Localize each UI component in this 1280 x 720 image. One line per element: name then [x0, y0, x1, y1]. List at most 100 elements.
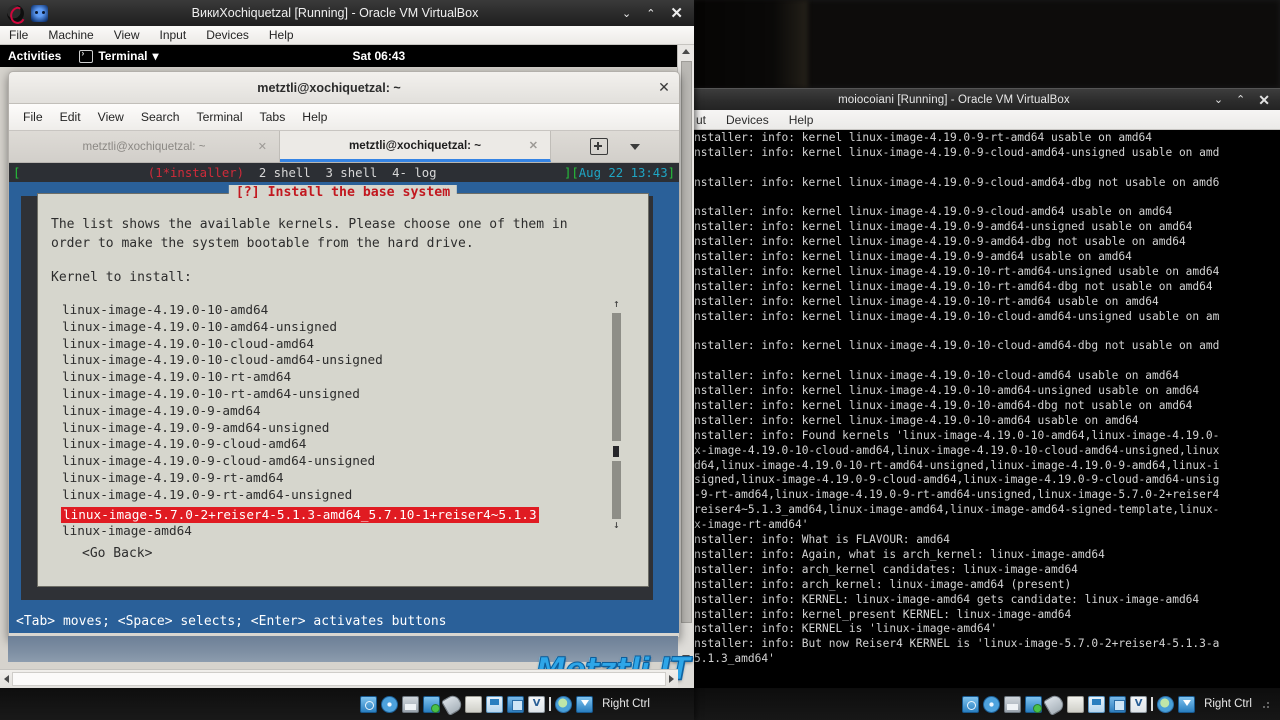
resize-grip[interactable]: [1262, 699, 1272, 709]
terminal-tab-2-close-icon[interactable]: ✕: [529, 139, 538, 152]
left-vm-titlebar[interactable]: ВикиXochiquetzal [Running] - Oracle VM V…: [0, 0, 694, 26]
scrollbar-track-upper[interactable]: [612, 313, 621, 441]
scroll-left-icon[interactable]: [4, 675, 9, 683]
globe-icon[interactable]: [555, 695, 573, 713]
display-icon[interactable]: [486, 695, 504, 713]
left-vm-window-controls[interactable]: ⌄ ⌃ ✕: [622, 4, 694, 22]
scrollbar-thumb[interactable]: [681, 61, 692, 623]
terminal-tabbar[interactable]: metztli@xochiquetzal: ~ ✕ metztli@xochiq…: [9, 131, 679, 163]
minimize-icon[interactable]: ⌄: [622, 7, 631, 20]
menu-input-truncated[interactable]: ut: [696, 113, 706, 127]
terminal-menu-tabs[interactable]: Tabs: [260, 110, 286, 124]
right-vm-window-controls[interactable]: ⌄ ⌃ ✕: [1214, 93, 1280, 107]
virtualbox-window-moiocoiani[interactable]: moiocoiani [Running] - Oracle VM Virtual…: [694, 0, 1280, 720]
menu-help[interactable]: Help: [269, 28, 294, 42]
left-vm-menubar[interactable]: File Machine View Input Devices Help: [0, 26, 694, 45]
shared-folder-icon[interactable]: [1067, 695, 1085, 713]
terminal-menubar[interactable]: File Edit View Search Terminal Tabs Help: [9, 104, 679, 131]
kernel-list-item[interactable]: linux-image-4.19.0-9-cloud-amd64-unsigne…: [61, 453, 601, 470]
maximize-icon[interactable]: ⌃: [646, 7, 655, 20]
scroll-up-icon[interactable]: ↑: [613, 298, 620, 309]
vrde-icon[interactable]: [1109, 695, 1127, 713]
menu-devices[interactable]: Devices: [206, 28, 249, 42]
kernel-list-item[interactable]: linux-image-4.19.0-10-rt-amd64: [61, 369, 601, 386]
terminal-menu-edit[interactable]: Edit: [60, 110, 81, 124]
horizontal-scrollbar-thumb[interactable]: [12, 672, 666, 686]
recording-icon[interactable]: V: [528, 695, 546, 713]
gnome-top-bar[interactable]: Activities Terminal ▾ Sat 06:43: [0, 45, 678, 67]
menu-machine[interactable]: Machine: [48, 28, 93, 42]
terminal-menu-view[interactable]: View: [98, 110, 124, 124]
kernel-list-item[interactable]: linux-image-4.19.0-9-rt-amd64-unsigned: [61, 487, 601, 504]
guest-horizontal-scrollbar[interactable]: [0, 669, 678, 688]
menu-help[interactable]: Help: [789, 113, 814, 127]
kernel-list-item[interactable]: linux-image-4.19.0-9-cloud-amd64: [61, 436, 601, 453]
tmux-window-installer[interactable]: (1*installer): [148, 166, 244, 180]
menu-input[interactable]: Input: [160, 28, 187, 42]
globe-icon[interactable]: [1157, 695, 1175, 713]
kernel-list-item[interactable]: linux-image-4.19.0-9-rt-amd64: [61, 470, 601, 487]
vrde-icon[interactable]: [507, 695, 525, 713]
virtualbox-window-xochiquetzal[interactable]: ВикиXochiquetzal [Running] - Oracle VM V…: [0, 0, 694, 720]
new-tab-icon[interactable]: [590, 138, 608, 155]
tmux-window-3-shell[interactable]: 3 shell: [326, 166, 378, 180]
kernel-list-item[interactable]: linux-image-4.19.0-10-amd64: [61, 302, 601, 319]
left-vm-statusbar[interactable]: V Right Ctrl: [0, 688, 694, 720]
display-icon[interactable]: [1088, 695, 1106, 713]
network-icon[interactable]: [423, 695, 441, 713]
scroll-down-icon[interactable]: ↓: [613, 519, 620, 530]
optical-disk-icon[interactable]: [983, 695, 1001, 713]
terminal-menu-terminal[interactable]: Terminal: [196, 110, 242, 124]
right-vm-titlebar[interactable]: moiocoiani [Running] - Oracle VM Virtual…: [694, 88, 1280, 111]
right-vm-menubar[interactable]: ut Devices Help: [694, 110, 1280, 130]
terminal-close-icon[interactable]: ✕: [649, 79, 679, 96]
usb-icon[interactable]: [1042, 692, 1067, 716]
tmux-window-4-log[interactable]: 4- log: [392, 166, 436, 180]
kernel-list-item[interactable]: linux-image-4.19.0-10-cloud-amd64-unsign…: [61, 352, 601, 369]
scroll-up-icon[interactable]: [682, 49, 690, 54]
gnome-terminal-window[interactable]: metztli@xochiquetzal: ~ ✕ File Edit View…: [8, 71, 680, 638]
terminal-menu-file[interactable]: File: [23, 110, 43, 124]
gnome-clock[interactable]: Sat 06:43: [353, 49, 406, 63]
terminal-tab-2[interactable]: metztli@xochiquetzal: ~ ✕: [280, 131, 551, 162]
floppy-icon[interactable]: [402, 695, 420, 713]
gnome-app-menu[interactable]: Terminal ▾: [79, 48, 159, 63]
hard-disk-icon[interactable]: [962, 695, 980, 713]
go-back-button[interactable]: <Go Back>: [82, 546, 152, 561]
chevron-down-icon[interactable]: [630, 143, 640, 150]
kernel-list-item-selected[interactable]: linux-image-5.7.0-2+reiser4-5.1.3-amd64_…: [61, 506, 539, 524]
terminal-menu-help[interactable]: Help: [302, 110, 327, 124]
tmux-window-2-shell[interactable]: 2 shell: [259, 166, 311, 180]
terminal-menu-search[interactable]: Search: [141, 110, 180, 124]
shared-folder-icon[interactable]: [465, 695, 483, 713]
minimize-icon[interactable]: ⌄: [1214, 94, 1223, 106]
usb-icon[interactable]: [440, 692, 465, 716]
floppy-icon[interactable]: [1004, 695, 1022, 713]
scroll-right-icon[interactable]: [669, 675, 674, 683]
kernel-list[interactable]: linux-image-4.19.0-10-amd64 linux-image-4…: [61, 302, 601, 540]
menu-view[interactable]: View: [114, 28, 140, 42]
menu-devices[interactable]: Devices: [726, 113, 769, 127]
host-key-icon[interactable]: [1178, 695, 1196, 713]
kernel-list-item[interactable]: linux-image-4.19.0-10-rt-amd64-unsigned: [61, 386, 601, 403]
terminal-tab-1-close-icon[interactable]: ✕: [258, 140, 267, 153]
hard-disk-icon[interactable]: [360, 695, 378, 713]
terminal-tab-1[interactable]: metztli@xochiquetzal: ~ ✕: [9, 131, 280, 162]
menu-file[interactable]: File: [9, 28, 28, 42]
scrollbar-track-lower[interactable]: [612, 461, 621, 519]
close-icon[interactable]: ✕: [1258, 93, 1270, 107]
recording-icon[interactable]: V: [1130, 695, 1148, 713]
activities-button[interactable]: Activities: [8, 49, 61, 63]
host-key-icon[interactable]: [576, 695, 594, 713]
kernel-list-item[interactable]: linux-image-amd64: [61, 523, 601, 540]
kernel-list-scrollbar[interactable]: ↑ ↓: [611, 298, 623, 530]
network-icon[interactable]: [1025, 695, 1043, 713]
kernel-list-item[interactable]: linux-image-4.19.0-9-amd64-unsigned: [61, 420, 601, 437]
scrollbar-thumb[interactable]: [613, 446, 619, 457]
close-icon[interactable]: ✕: [670, 4, 683, 22]
optical-disk-icon[interactable]: [381, 695, 399, 713]
kernel-list-item[interactable]: linux-image-4.19.0-9-amd64: [61, 403, 601, 420]
maximize-icon[interactable]: ⌃: [1236, 94, 1245, 106]
terminal-titlebar[interactable]: metztli@xochiquetzal: ~ ✕: [9, 72, 679, 104]
right-vm-statusbar[interactable]: V Right Ctrl: [694, 688, 1280, 720]
